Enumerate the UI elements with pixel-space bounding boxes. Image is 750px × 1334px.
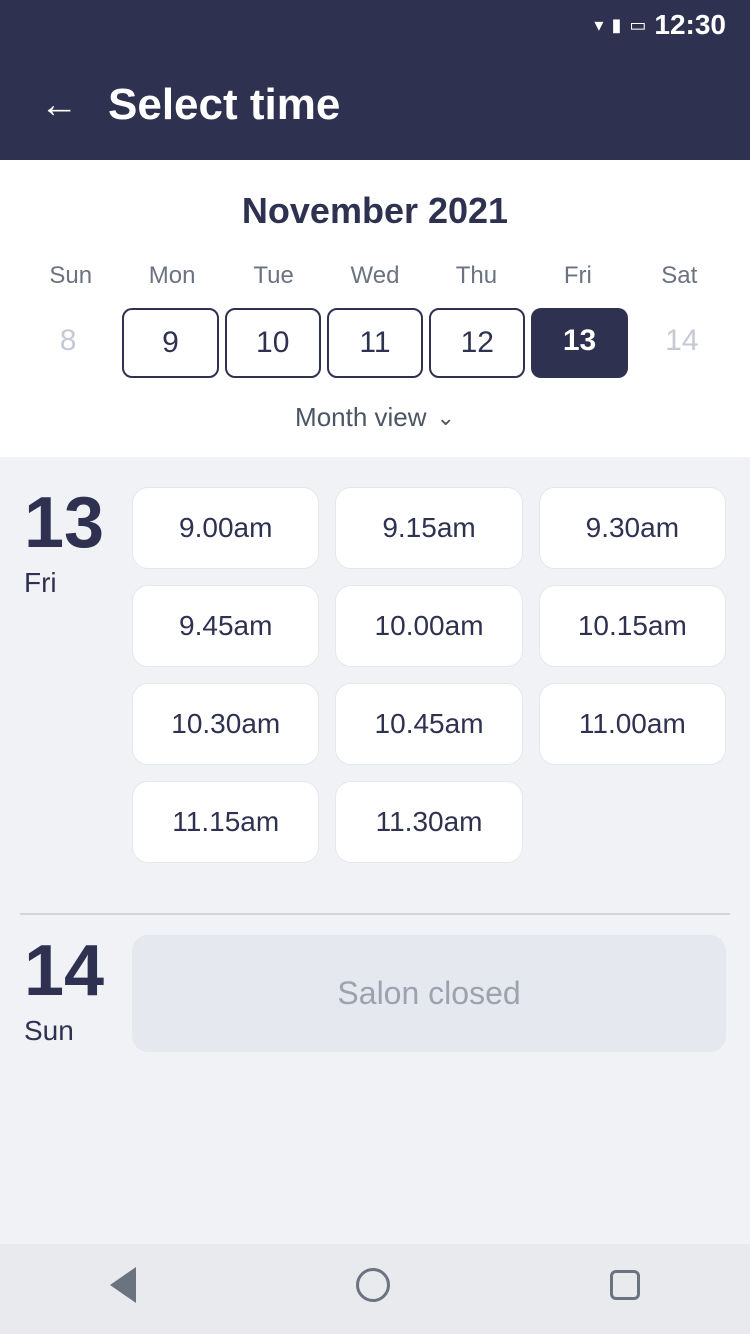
status-icons: ▾ ▮ ▭ 12:30 xyxy=(594,9,726,41)
calendar-section: November 2021 Sun Mon Tue Wed Thu Fri Sa… xyxy=(0,160,750,457)
cal-day-10[interactable]: 10 xyxy=(225,308,321,378)
weekday-headers: Sun Mon Tue Wed Thu Fri Sat xyxy=(20,256,730,296)
cal-day-9[interactable]: 9 xyxy=(122,308,218,378)
weekday-thu: Thu xyxy=(426,256,527,296)
time-slot-915am[interactable]: 9.15am xyxy=(335,487,522,569)
day-14-name: Sun xyxy=(24,1015,104,1047)
home-nav-icon xyxy=(356,1268,390,1302)
day-13-name: Fri xyxy=(24,567,104,599)
day-14-number: 14 xyxy=(24,935,104,1007)
time-slot-945am[interactable]: 9.45am xyxy=(132,585,319,667)
weekday-fri: Fri xyxy=(527,256,628,296)
recent-nav-icon xyxy=(610,1270,640,1300)
cal-day-11[interactable]: 11 xyxy=(327,308,423,378)
day-13-header: 13 Fri 9.00am 9.15am 9.30am 9.45am 10.00… xyxy=(24,487,726,863)
time-slot-930am[interactable]: 9.30am xyxy=(539,487,726,569)
cal-day-13[interactable]: 13 xyxy=(531,308,627,378)
month-year-title: November 2021 xyxy=(20,190,730,232)
weekday-sun: Sun xyxy=(20,256,121,296)
status-time: 12:30 xyxy=(654,9,726,41)
nav-home-button[interactable] xyxy=(346,1258,400,1321)
signal-icon: ▮ xyxy=(611,15,621,36)
cal-day-8: 8 xyxy=(20,308,116,378)
wifi-icon: ▾ xyxy=(594,15,603,36)
chevron-down-icon: ⌄ xyxy=(437,405,455,431)
bottom-nav xyxy=(0,1244,750,1334)
weekday-mon: Mon xyxy=(121,256,222,296)
weekday-wed: Wed xyxy=(324,256,425,296)
day-13-number: 13 xyxy=(24,487,104,559)
day-13-info: 13 Fri xyxy=(24,487,104,599)
time-slot-1100am[interactable]: 11.00am xyxy=(539,683,726,765)
page-title: Select time xyxy=(108,80,340,130)
cal-day-14: 14 xyxy=(634,308,730,378)
month-view-label: Month view xyxy=(295,402,427,433)
time-slot-1130am[interactable]: 11.30am xyxy=(335,781,522,863)
back-nav-icon xyxy=(110,1267,136,1303)
nav-back-button[interactable] xyxy=(100,1257,146,1322)
day-14-section: 14 Sun Salon closed xyxy=(0,915,750,1092)
time-slot-1115am[interactable]: 11.15am xyxy=(132,781,319,863)
time-slot-1000am[interactable]: 10.00am xyxy=(335,585,522,667)
weekday-tue: Tue xyxy=(223,256,324,296)
time-slot-1030am[interactable]: 10.30am xyxy=(132,683,319,765)
battery-icon: ▭ xyxy=(629,15,646,36)
calendar-row: 8 9 10 11 12 13 14 xyxy=(20,308,730,378)
cal-day-12[interactable]: 12 xyxy=(429,308,525,378)
day-14-content: 14 Sun Salon closed xyxy=(24,935,726,1052)
status-bar: ▾ ▮ ▭ 12:30 xyxy=(0,0,750,50)
weekday-sat: Sat xyxy=(629,256,730,296)
day-13-section: 13 Fri 9.00am 9.15am 9.30am 9.45am 10.00… xyxy=(0,457,750,913)
day-14-info: 14 Sun xyxy=(24,935,104,1047)
salon-closed-box: Salon closed xyxy=(132,935,726,1052)
month-view-toggle[interactable]: Month view ⌄ xyxy=(20,388,730,437)
time-slot-1045am[interactable]: 10.45am xyxy=(335,683,522,765)
time-slot-900am[interactable]: 9.00am xyxy=(132,487,319,569)
nav-recent-button[interactable] xyxy=(600,1260,650,1319)
back-button[interactable]: ← xyxy=(40,86,78,124)
time-slots-grid-13: 9.00am 9.15am 9.30am 9.45am 10.00am 10.1… xyxy=(132,487,726,863)
time-slot-1015am[interactable]: 10.15am xyxy=(539,585,726,667)
header: ← Select time xyxy=(0,50,750,160)
